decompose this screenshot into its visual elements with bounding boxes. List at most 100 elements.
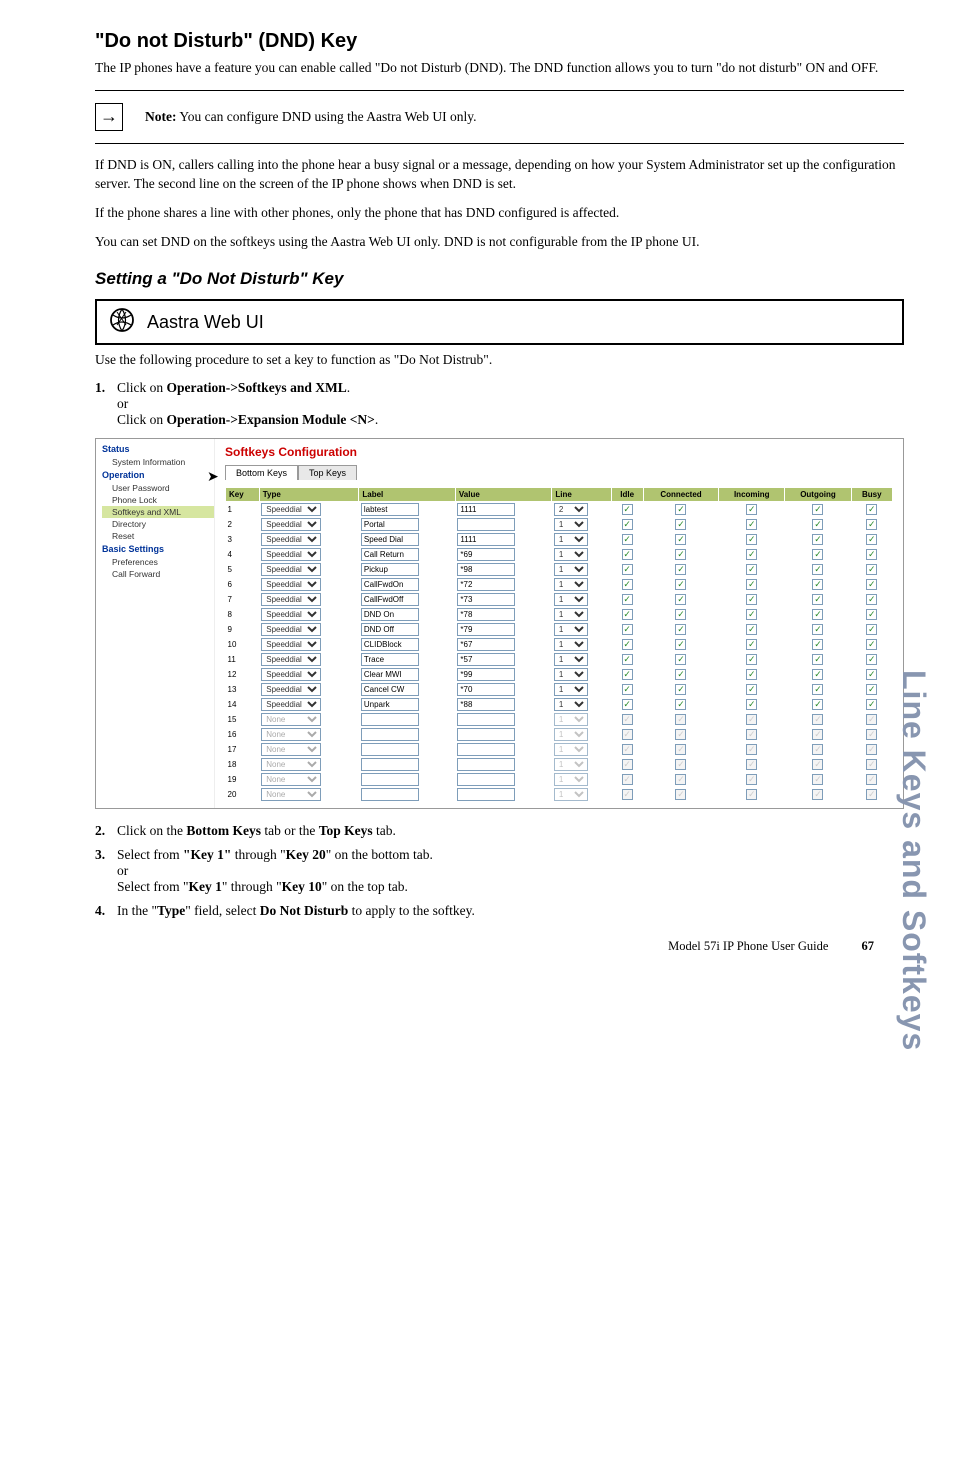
type-select[interactable]: Speeddial <box>261 683 321 696</box>
value-input[interactable] <box>457 608 515 621</box>
state-checkbox[interactable]: ✓ <box>812 579 823 590</box>
label-input[interactable] <box>361 653 419 666</box>
state-checkbox[interactable]: ✓ <box>675 534 686 545</box>
line-select[interactable]: 1 <box>554 593 588 606</box>
state-checkbox[interactable]: ✓ <box>746 504 757 515</box>
type-select[interactable]: Speeddial <box>261 608 321 621</box>
state-checkbox[interactable]: ✓ <box>675 594 686 605</box>
state-checkbox[interactable]: ✓ <box>675 654 686 665</box>
state-checkbox[interactable]: ✓ <box>746 594 757 605</box>
state-checkbox[interactable]: ✓ <box>746 654 757 665</box>
label-input[interactable] <box>361 578 419 591</box>
label-input[interactable] <box>361 668 419 681</box>
state-checkbox[interactable]: ✓ <box>866 624 877 635</box>
value-input[interactable] <box>457 533 515 546</box>
state-checkbox[interactable]: ✓ <box>622 684 633 695</box>
state-checkbox[interactable]: ✓ <box>812 699 823 710</box>
type-select[interactable]: None <box>261 728 321 741</box>
value-input[interactable] <box>457 683 515 696</box>
state-checkbox[interactable]: ✓ <box>746 549 757 560</box>
value-input[interactable] <box>457 638 515 651</box>
label-input[interactable] <box>361 548 419 561</box>
line-select[interactable]: 1 <box>554 548 588 561</box>
state-checkbox[interactable]: ✓ <box>812 534 823 545</box>
state-checkbox[interactable]: ✓ <box>812 624 823 635</box>
state-checkbox[interactable]: ✓ <box>622 549 633 560</box>
state-checkbox[interactable]: ✓ <box>675 579 686 590</box>
state-checkbox[interactable]: ✓ <box>812 609 823 620</box>
nav-item-reset[interactable]: Reset <box>102 530 214 542</box>
line-select[interactable]: 1 <box>554 623 588 636</box>
type-select[interactable]: Speeddial <box>261 578 321 591</box>
nav-heading[interactable]: Operation <box>102 468 214 482</box>
value-input[interactable] <box>457 653 515 666</box>
state-checkbox[interactable]: ✓ <box>866 519 877 530</box>
type-select[interactable]: Speeddial <box>261 533 321 546</box>
state-checkbox[interactable]: ✓ <box>866 639 877 650</box>
state-checkbox[interactable]: ✓ <box>866 594 877 605</box>
type-select[interactable]: Speeddial <box>261 638 321 651</box>
nav-item-preferences[interactable]: Preferences <box>102 556 214 568</box>
state-checkbox[interactable]: ✓ <box>866 579 877 590</box>
type-select[interactable]: None <box>261 788 321 801</box>
state-checkbox[interactable]: ✓ <box>746 519 757 530</box>
tab-top-keys[interactable]: Top Keys <box>298 465 357 480</box>
type-select[interactable]: Speeddial <box>261 623 321 636</box>
nav-item-phonelock[interactable]: Phone Lock <box>102 494 214 506</box>
state-checkbox[interactable]: ✓ <box>746 564 757 575</box>
type-select[interactable]: Speeddial <box>261 668 321 681</box>
state-checkbox[interactable]: ✓ <box>675 519 686 530</box>
value-input[interactable] <box>457 548 515 561</box>
state-checkbox[interactable]: ✓ <box>812 639 823 650</box>
state-checkbox[interactable]: ✓ <box>812 684 823 695</box>
state-checkbox[interactable]: ✓ <box>622 624 633 635</box>
line-select[interactable]: 1 <box>554 608 588 621</box>
state-checkbox[interactable]: ✓ <box>675 684 686 695</box>
label-input[interactable] <box>361 638 419 651</box>
state-checkbox[interactable]: ✓ <box>622 669 633 680</box>
line-select[interactable]: 2 <box>554 503 588 516</box>
type-select[interactable]: None <box>261 713 321 726</box>
line-select[interactable]: 1 <box>554 518 588 531</box>
state-checkbox[interactable]: ✓ <box>866 609 877 620</box>
type-select[interactable]: Speeddial <box>261 653 321 666</box>
state-checkbox[interactable]: ✓ <box>622 504 633 515</box>
line-select[interactable]: 1 <box>554 563 588 576</box>
state-checkbox[interactable]: ✓ <box>622 639 633 650</box>
value-input[interactable] <box>457 563 515 576</box>
value-input[interactable] <box>457 623 515 636</box>
state-checkbox[interactable]: ✓ <box>866 504 877 515</box>
label-input[interactable] <box>361 533 419 546</box>
nav-item-password[interactable]: User Password <box>102 482 214 494</box>
line-select[interactable]: 1 <box>554 533 588 546</box>
state-checkbox[interactable]: ✓ <box>622 654 633 665</box>
state-checkbox[interactable]: ✓ <box>622 534 633 545</box>
state-checkbox[interactable]: ✓ <box>622 594 633 605</box>
state-checkbox[interactable]: ✓ <box>622 519 633 530</box>
state-checkbox[interactable]: ✓ <box>812 549 823 560</box>
nav-item-sysinfo[interactable]: System Information <box>102 456 214 468</box>
state-checkbox[interactable]: ✓ <box>622 579 633 590</box>
state-checkbox[interactable]: ✓ <box>622 609 633 620</box>
state-checkbox[interactable]: ✓ <box>746 624 757 635</box>
label-input[interactable] <box>361 563 419 576</box>
nav-heading[interactable]: Basic Settings <box>102 542 214 556</box>
state-checkbox[interactable]: ✓ <box>746 699 757 710</box>
state-checkbox[interactable]: ✓ <box>675 549 686 560</box>
value-input[interactable] <box>457 518 515 531</box>
state-checkbox[interactable]: ✓ <box>812 504 823 515</box>
type-select[interactable]: None <box>261 758 321 771</box>
label-input[interactable] <box>361 623 419 636</box>
state-checkbox[interactable]: ✓ <box>746 609 757 620</box>
line-select[interactable]: 1 <box>554 698 588 711</box>
line-select[interactable]: 1 <box>554 668 588 681</box>
tab-bottom-keys[interactable]: Bottom Keys <box>225 465 298 480</box>
line-select[interactable]: 1 <box>554 653 588 666</box>
state-checkbox[interactable]: ✓ <box>675 504 686 515</box>
type-select[interactable]: Speeddial <box>261 698 321 711</box>
label-input[interactable] <box>361 503 419 516</box>
state-checkbox[interactable]: ✓ <box>675 564 686 575</box>
label-input[interactable] <box>361 698 419 711</box>
line-select[interactable]: 1 <box>554 638 588 651</box>
state-checkbox[interactable]: ✓ <box>866 684 877 695</box>
